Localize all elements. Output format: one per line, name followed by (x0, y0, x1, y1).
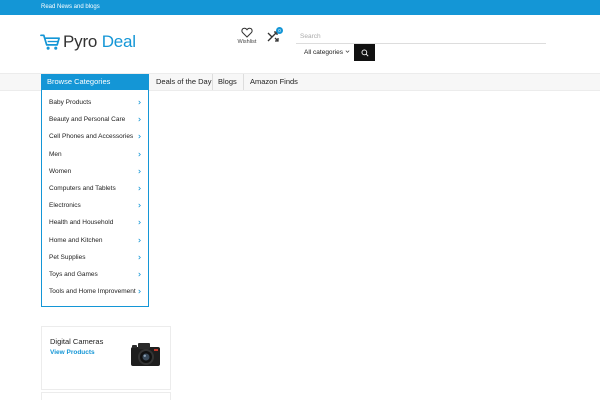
chevron-right-icon (138, 186, 141, 191)
category-list: Baby Products Beauty and Personal Care C… (42, 94, 148, 300)
category-select-value: All categories (304, 48, 344, 56)
nav-item-amazon-finds[interactable]: Amazon Finds (244, 74, 304, 90)
chevron-right-icon (138, 220, 141, 225)
category-item[interactable]: Electronics (42, 197, 148, 214)
category-item[interactable]: Beauty and Personal Care (42, 111, 148, 128)
category-item[interactable]: Tools and Home Improvement (42, 283, 148, 300)
chevron-right-icon (138, 134, 141, 139)
heart-icon (241, 27, 253, 38)
wishlist-label: Wishlist (237, 39, 257, 45)
chevron-right-icon (138, 152, 141, 156)
category-label: Baby Products (49, 99, 92, 106)
category-label: Electronics (49, 202, 81, 210)
nav-item-blogs[interactable]: Blogs (212, 74, 243, 90)
logo-text-part2: Deal (101, 32, 136, 51)
view-products-link[interactable]: View Products (50, 349, 95, 356)
logo-text-part1: Pyro (63, 32, 98, 51)
search-button[interactable] (354, 44, 375, 61)
category-select[interactable]: All categories (296, 44, 354, 60)
category-item[interactable]: Women (42, 163, 148, 180)
category-item[interactable]: Baby Products (42, 94, 148, 111)
category-item[interactable]: Pet Supplies (42, 249, 148, 266)
category-label: Pet Supplies (49, 253, 86, 261)
chevron-right-icon (138, 117, 141, 122)
category-label: Cell Phones and Accessories (49, 133, 134, 141)
cart-icon (40, 34, 60, 50)
top-bar-link[interactable]: Read News and blogs (41, 3, 100, 12)
search-bar (296, 29, 546, 44)
category-panel: Baby Products Beauty and Personal Care C… (41, 90, 149, 307)
search-icon (361, 49, 369, 57)
category-label: Beauty and Personal Care (49, 116, 126, 124)
browse-categories-header[interactable]: Browse Categories (41, 74, 149, 90)
category-label: Toys and Games (49, 270, 98, 278)
category-item[interactable]: Men (42, 146, 148, 163)
product-card[interactable] (41, 392, 171, 400)
chevron-right-icon (138, 203, 141, 208)
chevron-right-icon (138, 238, 141, 242)
camera-icon (131, 343, 160, 366)
product-card[interactable]: Digital Cameras View Products (41, 326, 171, 390)
search-input[interactable] (296, 29, 546, 43)
category-item[interactable]: Toys and Games (42, 266, 148, 283)
chevron-right-icon (138, 169, 141, 174)
product-title: Digital Cameras (50, 337, 104, 346)
top-bar: Read News and blogs (0, 0, 600, 15)
category-item[interactable]: Home and Kitchen (42, 232, 148, 249)
nav-item-deals[interactable]: Deals of the Day (150, 74, 217, 90)
category-item[interactable]: Computers and Tablets (42, 180, 148, 197)
chevron-right-icon (138, 272, 141, 277)
chevron-right-icon (138, 255, 141, 260)
category-label: Men (49, 150, 62, 158)
chevron-right-icon (138, 100, 141, 105)
category-label: Computers and Tablets (49, 184, 116, 192)
compare-count-badge: 0 (276, 27, 283, 34)
category-label: Women (49, 167, 72, 175)
site-logo[interactable]: Pyro Deal (40, 31, 136, 53)
category-item[interactable]: Health and Household (42, 214, 148, 231)
chevron-down-icon (345, 50, 350, 53)
category-item[interactable]: Cell Phones and Accessories (42, 128, 148, 145)
category-label: Health and Household (49, 219, 114, 227)
chevron-right-icon (138, 289, 141, 294)
logo-text: Pyro Deal (63, 32, 136, 52)
category-label: Home and Kitchen (49, 236, 103, 244)
category-label: Tools and Home Improvement (49, 288, 136, 296)
